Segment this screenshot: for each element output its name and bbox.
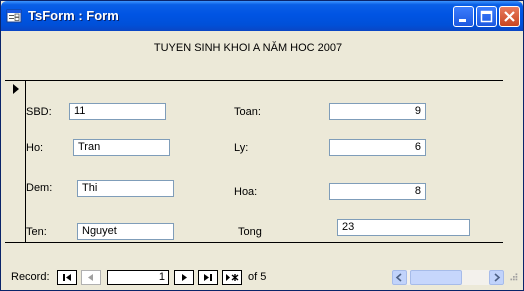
scroll-right-button[interactable] xyxy=(489,270,504,285)
minimize-icon xyxy=(459,19,466,22)
form-icon[interactable] xyxy=(6,8,22,24)
close-icon xyxy=(504,11,515,22)
ly-label: Ly: xyxy=(234,142,249,154)
dem-label: Dem: xyxy=(26,182,53,194)
ho-label: Ho: xyxy=(26,142,44,154)
dem-field[interactable]: Thi xyxy=(77,180,174,197)
minimize-button[interactable] xyxy=(453,6,474,27)
record-label: Record: xyxy=(11,271,50,283)
record-count: of 5 xyxy=(248,271,267,283)
form-window: TsForm : Form TUYEN SINH KHOI A NĂM HOC … xyxy=(0,0,524,291)
last-record-button[interactable] xyxy=(198,270,218,285)
record-navigation-bar: Record: 1 of 5 xyxy=(5,267,519,286)
scroll-left-button[interactable] xyxy=(392,270,407,285)
hoa-field[interactable]: 8 xyxy=(329,183,426,200)
last-record-icon xyxy=(204,274,212,281)
toan-label: Toan: xyxy=(234,106,261,118)
hoa-label: Hoa: xyxy=(234,186,258,198)
ten-label: Ten: xyxy=(26,226,47,238)
tong-field[interactable]: 23 xyxy=(337,219,470,236)
scroll-right-icon xyxy=(494,273,501,282)
section-divider-top xyxy=(5,80,503,81)
resize-grip-icon[interactable] xyxy=(507,270,519,282)
ten-field[interactable]: Nguyet xyxy=(77,223,174,240)
next-record-button[interactable] xyxy=(174,270,194,285)
sbd-label: SBD: xyxy=(26,106,52,118)
close-button[interactable] xyxy=(499,6,520,27)
new-record-icon xyxy=(226,274,239,281)
scrollbar-thumb[interactable] xyxy=(410,270,462,285)
next-record-icon xyxy=(182,274,187,281)
previous-record-button[interactable] xyxy=(81,270,101,285)
maximize-button[interactable] xyxy=(476,6,497,27)
toan-field[interactable]: 9 xyxy=(329,103,426,120)
window-title: TsForm : Form xyxy=(28,8,119,23)
form-body: TUYEN SINH KHOI A NĂM HOC 2007 SBD: 11 H… xyxy=(5,31,519,286)
ly-field[interactable]: 6 xyxy=(329,139,426,156)
scroll-left-icon xyxy=(395,273,402,282)
tong-label: Tong xyxy=(238,226,262,238)
record-selector-bar[interactable] xyxy=(25,80,26,242)
horizontal-scrollbar[interactable] xyxy=(392,270,504,285)
previous-record-icon xyxy=(88,274,93,281)
sbd-field[interactable]: 11 xyxy=(69,103,166,120)
first-record-button[interactable] xyxy=(57,270,77,285)
current-record-arrow-icon xyxy=(13,84,19,94)
current-record-input[interactable]: 1 xyxy=(107,270,169,285)
ho-field[interactable]: Tran xyxy=(73,139,170,156)
new-record-button[interactable] xyxy=(222,270,242,285)
title-bar[interactable]: TsForm : Form xyxy=(1,1,523,31)
first-record-icon xyxy=(63,274,71,281)
section-divider-bottom xyxy=(5,242,503,243)
form-heading: TUYEN SINH KHOI A NĂM HOC 2007 xyxy=(153,42,343,54)
maximize-icon xyxy=(480,10,493,23)
